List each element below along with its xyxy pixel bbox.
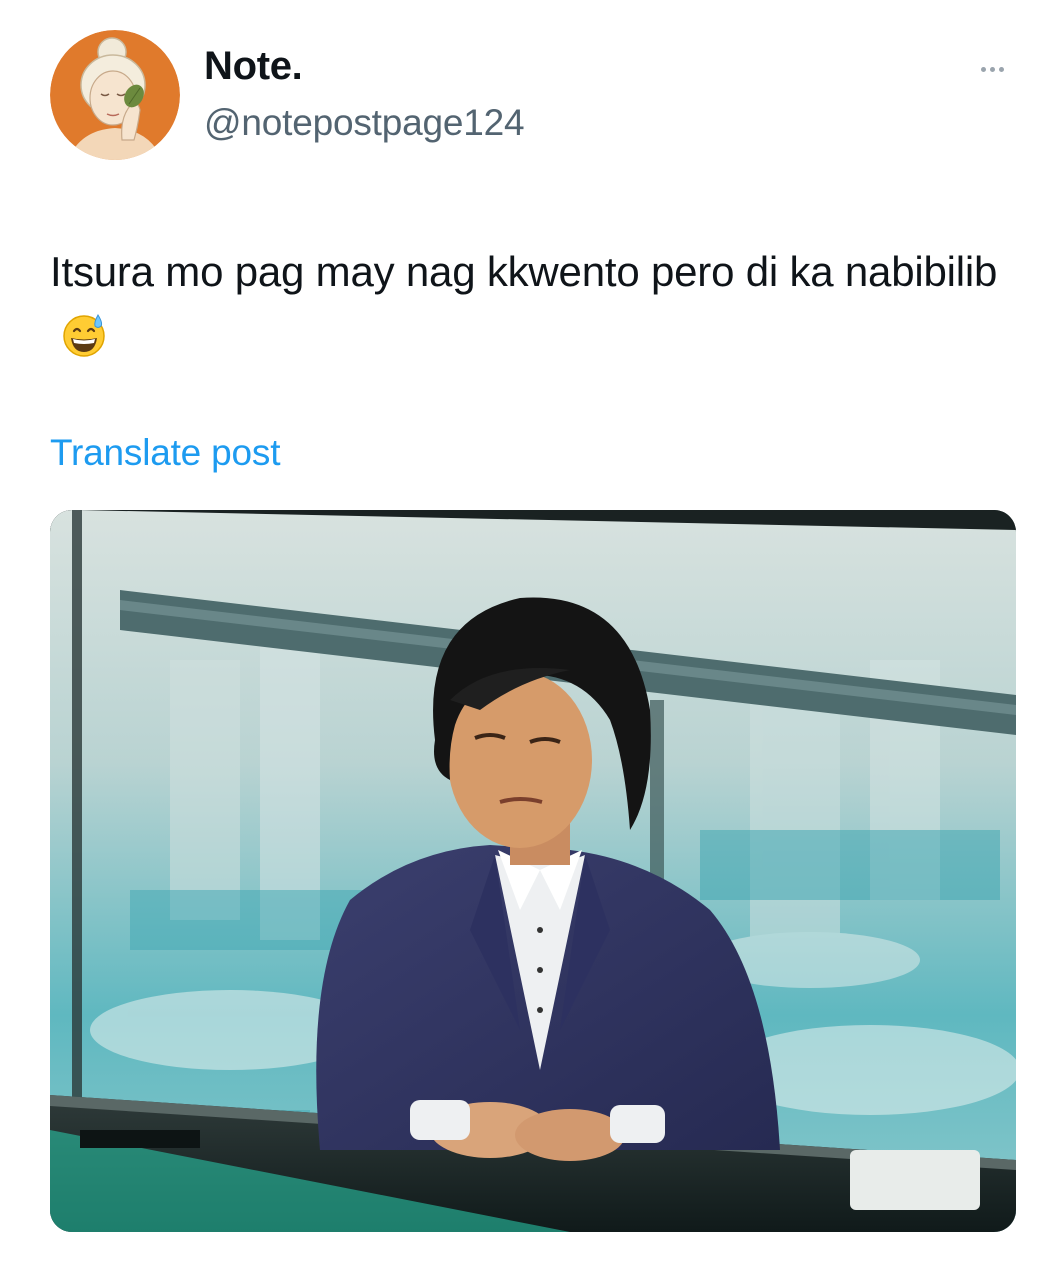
post-photo: [50, 510, 1016, 1232]
more-horizontal-icon: [989, 66, 995, 72]
grinning-face-with-sweat-emoji: [60, 311, 108, 359]
post-text-content: Itsura mo pag may nag kkwento pero di ka…: [50, 248, 998, 295]
more-horizontal-icon: [998, 66, 1004, 72]
author-handle[interactable]: @notepostpage124: [204, 102, 525, 144]
more-horizontal-icon: [980, 66, 986, 72]
more-options-button[interactable]: [968, 52, 1016, 86]
avatar[interactable]: [50, 30, 180, 160]
post-text: Itsura mo pag may nag kkwento pero di ka…: [50, 240, 1010, 366]
avatar-illustration-icon: [50, 30, 180, 160]
post-image[interactable]: [50, 510, 1016, 1232]
translate-post-link[interactable]: Translate post: [50, 432, 280, 474]
author-display-name[interactable]: Note.: [204, 44, 303, 89]
post-card: Note. @notepostpage124 Itsura mo pag may…: [0, 0, 1064, 1280]
